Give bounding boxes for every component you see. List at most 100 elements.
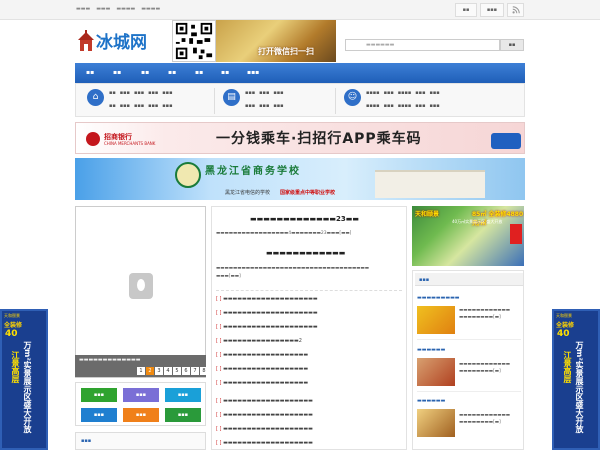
slider-dot[interactable]: 4 (164, 367, 172, 375)
slider-dot[interactable]: 3 (155, 367, 163, 375)
rss-button[interactable] (507, 3, 524, 17)
nav-item-4[interactable]: ▪▪ (168, 69, 176, 76)
sidebar-item-text: ▬▬▬▬▬▬▬▬▬▬▬▬ ▬▬▬▬▬▬▬▬[▬] (459, 308, 511, 320)
sidebar-subtitle[interactable]: ▬▬▬▬▬▬ (417, 398, 445, 404)
news-item[interactable]: [ ] ▬▬▬▬▬▬▬▬▬▬▬▬▬▬▬▬▬▬▬▬ (216, 310, 318, 316)
quick-link-3[interactable]: ▪▪▪ (165, 388, 201, 402)
top-button-2[interactable]: ▪▪▪ (480, 3, 504, 17)
right-ad-title: 天和颐景 (415, 211, 440, 218)
headline-news: ▬▬▬▬▬▬▬▬▬▬▬▬▬23▬▬ ▬▬▬▬▬▬▬▬▬▬▬▬▬▬▬▬▬4▬▬▬▬… (211, 206, 407, 450)
quick-link-6[interactable]: ▪▪▪ (165, 408, 201, 422)
top-link-4[interactable]: ▬▬▬▬ (141, 6, 160, 12)
church-icon (78, 30, 94, 51)
quick-link-1[interactable]: ▪▪▪ (81, 388, 117, 402)
logo-text: 冰城网 (96, 33, 147, 53)
divider (216, 290, 402, 291)
category-row: ▪▪ ▪▪▪ ▪▪▪ ▪▪▪ ▪▪▪ (109, 103, 173, 109)
cmb-banner-ad[interactable]: 招商银行 CHINA MERCHANTS BANK 一分钱乘车·扫招行APP乘车… (75, 122, 525, 154)
school-subtitle: 黑龙江省电信的学校 (225, 190, 271, 196)
news-item[interactable]: [ ] ▬▬▬▬▬▬▬▬▬▬▬▬▬▬▬▬▬▬▬ (216, 440, 313, 446)
nav-item-1[interactable]: ▪▪ (86, 69, 94, 76)
school-emblem-icon (175, 162, 201, 188)
right-ad-sub: 40万㎡实景展示区 盛大开放 (452, 219, 503, 224)
search-placeholder: ▬▬▬▬▬▬ (366, 42, 395, 48)
quick-link-5[interactable]: ▪▪▪ (123, 408, 159, 422)
cmb-bank-subname: CHINA MERCHANTS BANK (104, 141, 156, 146)
nav-item-3[interactable]: ▪▪ (141, 69, 149, 76)
right-sidebar: ▪▪▪ ▬▬▬▬▬▬▬▬▬ ▬▬▬▬▬▬▬▬▬▬▬▬ ▬▬▬▬▬▬▬▬[▬] ▬▬… (412, 270, 524, 450)
document-icon: ▤ (223, 89, 240, 106)
left-section-header: ▪▪▪ (75, 432, 206, 450)
school-subtitle-2: 国家级重点中等职业学校 (280, 190, 336, 196)
main-nav: ▪▪ ▪▪ ▪▪ ▪▪ ▪▪ ▪▪ ▪▪▪ (75, 63, 525, 83)
nav-item-6[interactable]: ▪▪ (221, 69, 229, 76)
thumbnail-image[interactable] (417, 306, 455, 334)
slider-caption-bar: ▬▬▬▬▬▬▬▬▬▬▬▬▬ 1 2 3 4 5 6 7 8 (75, 355, 208, 377)
left-float-ad[interactable]: 天和颐景 全装修 40 万m²实景展示区盛大开放 江景高层 (0, 309, 48, 450)
quick-link-4[interactable]: ▪▪▪ (81, 408, 117, 422)
people-icon: ☺ (344, 89, 361, 106)
top-link-1[interactable]: ▬▬▬ (76, 6, 90, 12)
slider-dot[interactable]: 5 (173, 367, 181, 375)
wechat-banner[interactable]: 打开微信扫一扫 (216, 20, 336, 62)
news-item[interactable]: [ ] ▬▬▬▬▬▬▬▬▬▬▬▬▬▬▬▬2 (216, 338, 302, 344)
wechat-banner-text: 打开微信扫一扫 (258, 47, 314, 56)
nav-item-2[interactable]: ▪▪ (113, 69, 121, 76)
thumbnail-image[interactable] (417, 358, 455, 386)
nav-item-7[interactable]: ▪▪▪ (247, 69, 259, 76)
news-headline[interactable]: ▬▬▬▬▬▬▬▬▬▬▬▬▬23▬▬ (250, 215, 359, 223)
divider (335, 88, 336, 114)
quick-links: ▪▪▪ ▪▪▪ ▪▪▪ ▪▪▪ ▪▪▪ ▪▪▪ (75, 382, 206, 426)
site-logo[interactable]: 冰城网 (74, 22, 168, 56)
category-row: ▪▪▪ ▪▪▪ ▪▪▪ (245, 90, 284, 96)
search-input[interactable]: ▬▬▬▬▬▬ (345, 39, 500, 51)
slider-dots: 1 2 3 4 5 6 7 8 (137, 367, 208, 375)
top-link-2[interactable]: ▬▬▬ (96, 6, 110, 12)
news-item[interactable]: [ ] ▬▬▬▬▬▬▬▬▬▬▬▬▬▬▬▬▬▬ (216, 352, 308, 358)
sidebar-item-text: ▬▬▬▬▬▬▬▬▬▬▬▬ ▬▬▬▬▬▬▬▬[▬] (459, 413, 511, 425)
news-item[interactable]: [ ] ▬▬▬▬▬▬▬▬▬▬▬▬▬▬▬▬▬▬▬ (216, 426, 313, 432)
divider (214, 88, 215, 114)
rss-icon (511, 6, 520, 14)
school-banner-ad[interactable]: 黑龙江省商务学校 黑龙江省电信的学校 国家级重点中等职业学校 (75, 158, 525, 200)
top-link-3[interactable]: ▬▬▬▬ (116, 6, 135, 12)
slider-dot[interactable]: 1 (137, 367, 145, 375)
cmb-logo-icon (86, 132, 100, 146)
school-name: 黑龙江省商务学校 (205, 166, 301, 177)
image-slider[interactable] (75, 206, 206, 378)
sidebar-subtitle[interactable]: ▬▬▬▬▬▬▬▬▬ (417, 295, 460, 301)
slider-dot[interactable]: 6 (182, 367, 190, 375)
category-row: ▪▪▪ ▪▪▪ ▪▪▪ (245, 103, 284, 109)
bus-icon (491, 133, 521, 149)
slider-caption: ▬▬▬▬▬▬▬▬▬▬▬▬▬ (79, 357, 141, 363)
news-item[interactable]: [ ] ▬▬▬▬▬▬▬▬▬▬▬▬▬▬▬▬▬▬ (216, 380, 308, 386)
qr-code (172, 20, 216, 62)
school-building-image (375, 170, 485, 198)
nav-item-5[interactable]: ▪▪ (195, 69, 203, 76)
divider (417, 339, 521, 340)
news-item[interactable]: [ ] ▬▬▬▬▬▬▬▬▬▬▬▬▬▬▬▬▬▬▬▬ (216, 324, 318, 330)
search-button[interactable]: ▪▪ (500, 39, 524, 51)
top-button-1[interactable]: ▪▪ (455, 3, 477, 17)
sidebar-subtitle[interactable]: ▬▬▬▬▬▬ (417, 347, 445, 353)
slider-dot[interactable]: 7 (191, 367, 199, 375)
image-placeholder-icon (129, 273, 153, 299)
real-estate-ad[interactable]: 天和颐景 85㎡ 全装修4880元/㎡ 40万㎡实景展示区 盛大开放 (412, 206, 524, 266)
slider-dot-active[interactable]: 2 (146, 367, 154, 375)
slider-dot[interactable]: 8 (200, 367, 208, 375)
top-links: ▬▬▬ ▬▬▬ ▬▬▬▬ ▬▬▬▬ (76, 6, 160, 12)
cmb-slogan: 一分钱乘车·扫招行APP乘车码 (216, 131, 422, 147)
news-item[interactable]: [ ] ▬▬▬▬▬▬▬▬▬▬▬▬▬▬▬▬▬▬▬▬ (216, 296, 318, 302)
qr-icon (175, 22, 213, 60)
quick-link-2[interactable]: ▪▪▪ (123, 388, 159, 402)
thumbnail-image[interactable] (417, 409, 455, 437)
news-headline-2[interactable]: ▬▬▬▬▬▬▬▬▬▬▬▬ (266, 249, 345, 257)
sidebar-item-text: ▬▬▬▬▬▬▬▬▬▬▬▬ ▬▬▬▬▬▬▬▬[▬] (459, 362, 511, 374)
building-icon: ⌂ (87, 89, 104, 106)
news-item[interactable]: [ ] ▬▬▬▬▬▬▬▬▬▬▬▬▬▬▬▬▬▬ (216, 366, 308, 372)
news-item[interactable]: [ ] ▬▬▬▬▬▬▬▬▬▬▬▬▬▬▬▬▬▬▬ (216, 398, 313, 404)
news-item[interactable]: [ ] ▬▬▬▬▬▬▬▬▬▬▬▬▬▬▬▬▬▬▬ (216, 412, 313, 418)
right-float-ad[interactable]: 天和颐景 全装修 40 万m²实景展示区盛大开放 江景高层 (552, 309, 600, 450)
ad-badge (510, 224, 522, 244)
category-row: ▪▪▪▪ ▪▪▪ ▪▪▪▪ ▪▪▪ ▪▪▪ (366, 90, 440, 96)
